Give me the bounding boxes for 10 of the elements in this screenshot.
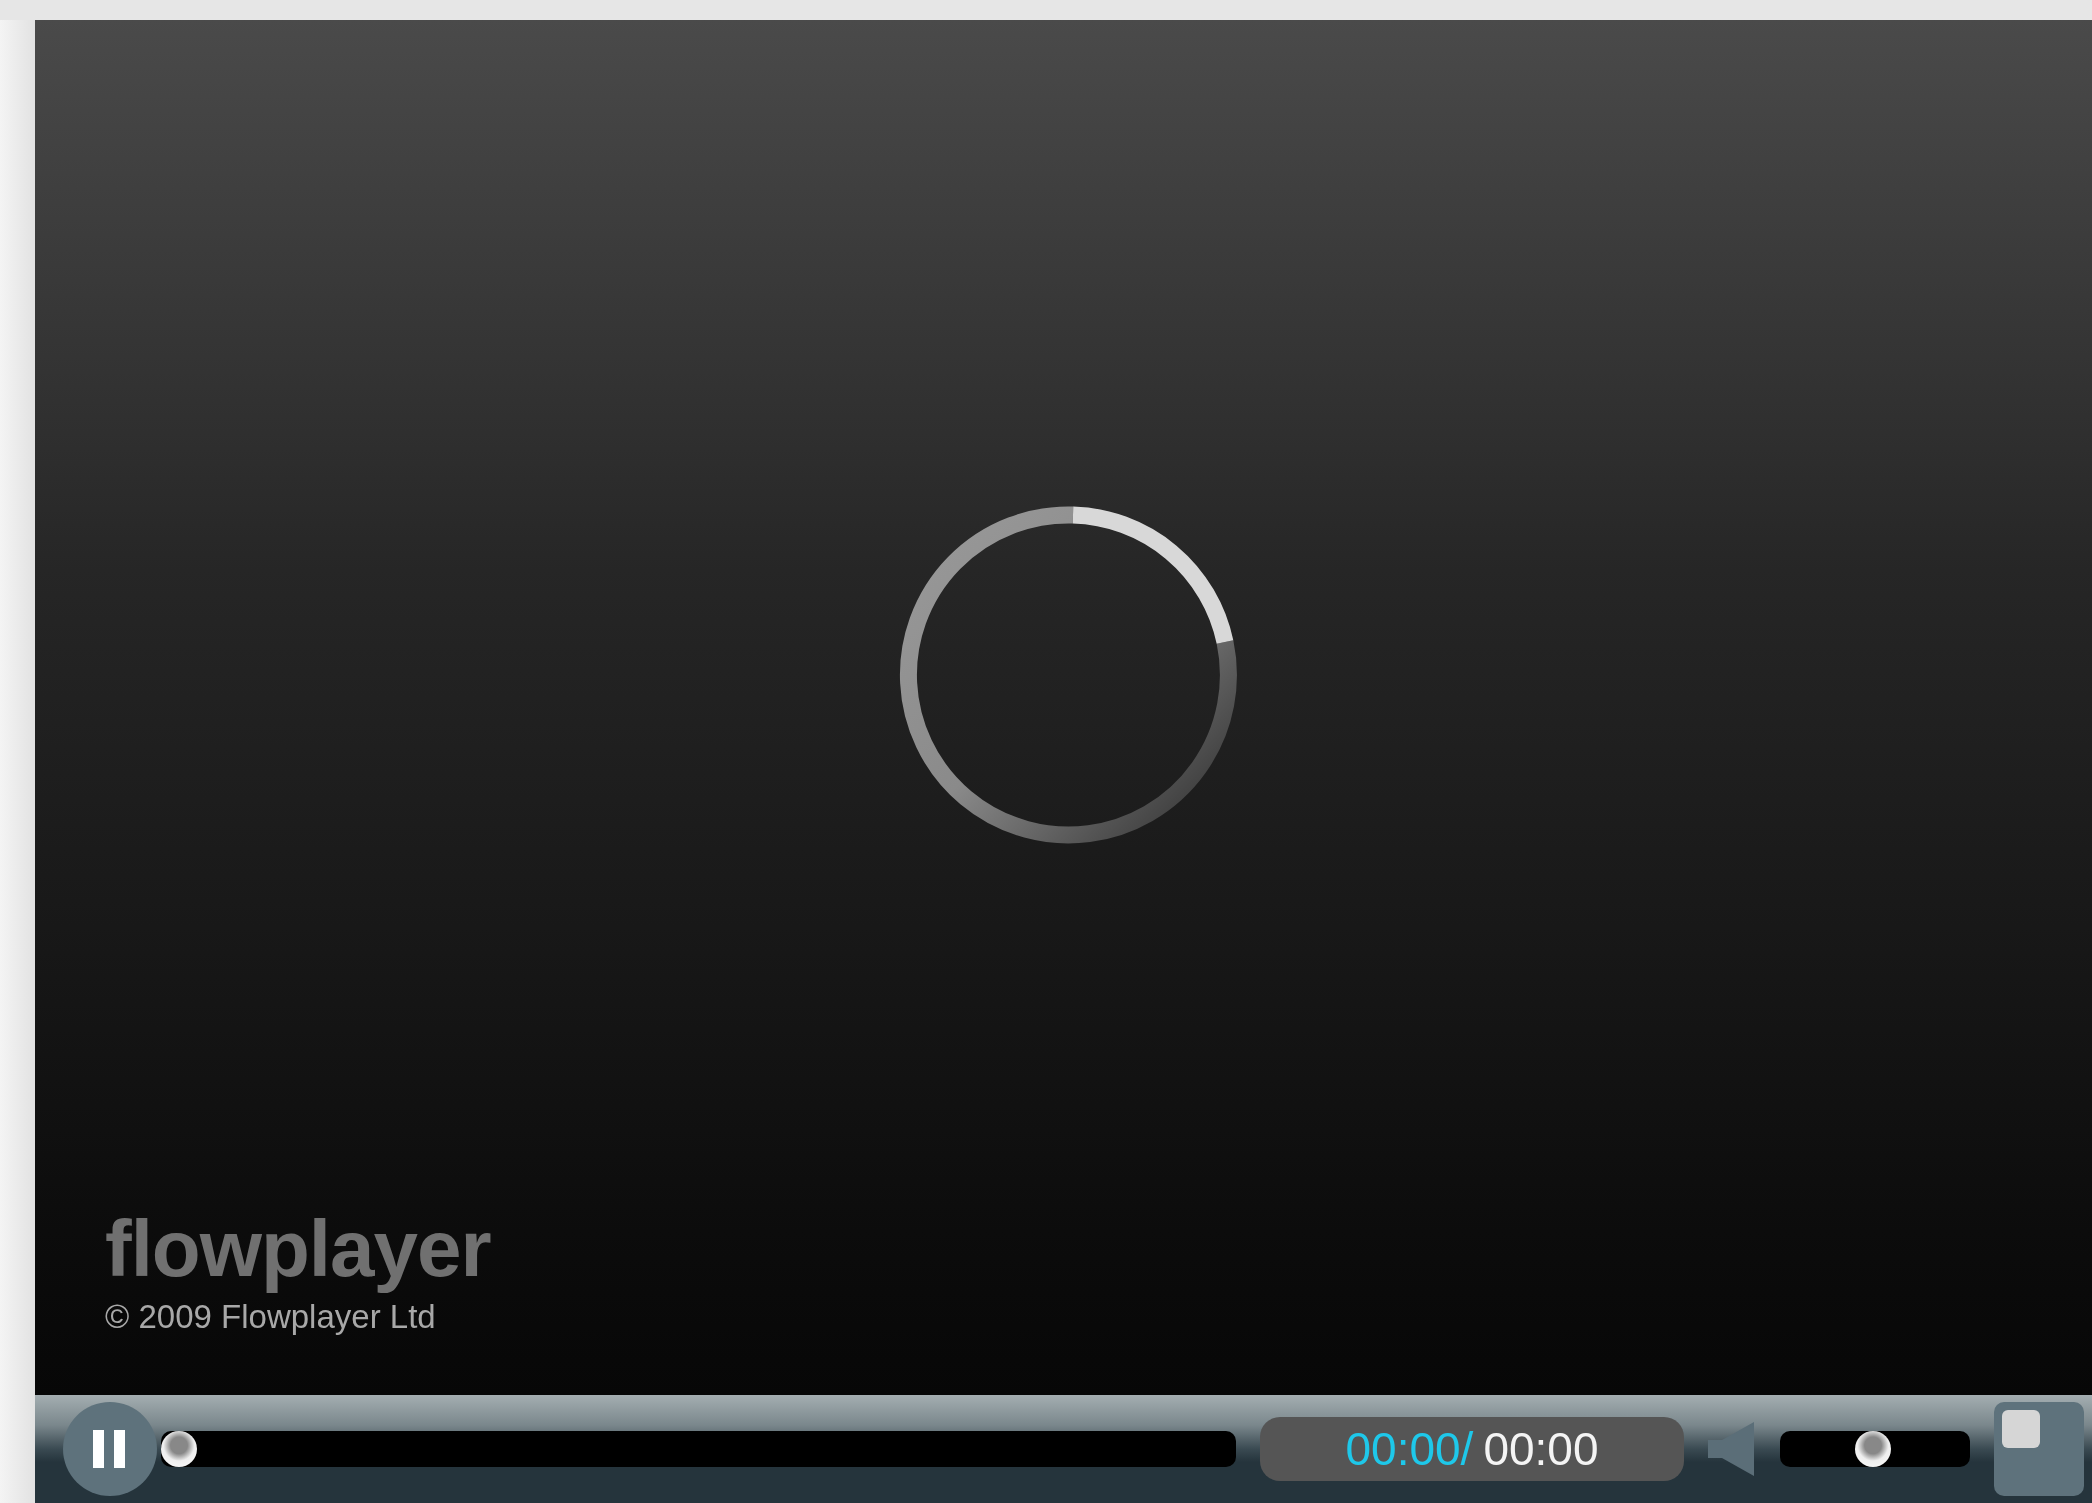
elapsed-time: 00:00/	[1345, 1422, 1474, 1476]
seek-bar[interactable]	[161, 1431, 1236, 1467]
speaker-icon[interactable]	[1708, 1422, 1756, 1476]
volume-slider[interactable]	[1780, 1431, 1970, 1467]
copyright-text: © 2009 Flowplayer Ltd	[105, 1298, 437, 1335]
pause-icon	[93, 1430, 127, 1468]
fullscreen-button[interactable]	[1994, 1402, 2084, 1496]
duration-time: 00:00	[1483, 1422, 1599, 1476]
seek-handle[interactable]	[161, 1431, 197, 1467]
volume-handle[interactable]	[1855, 1431, 1891, 1467]
